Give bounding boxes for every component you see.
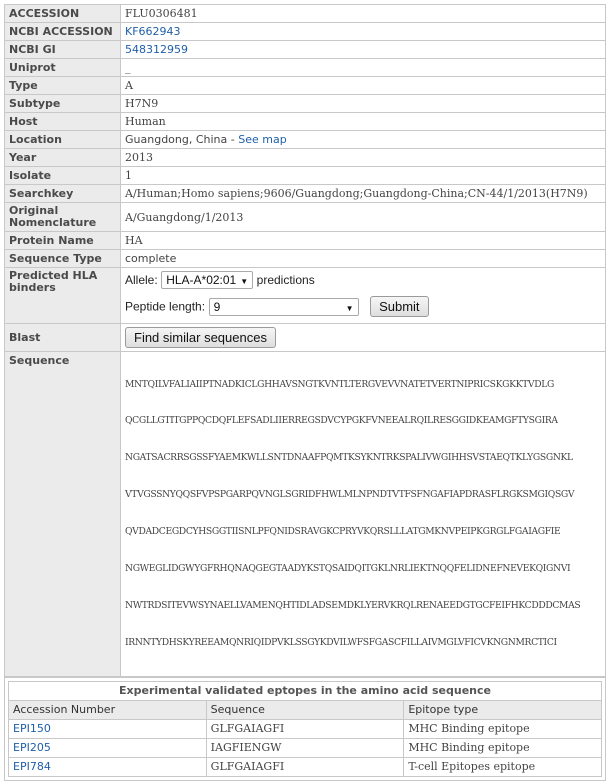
row-year: Year 2013 <box>4 148 606 167</box>
allele-select-value: HLA-A*02:01 <box>166 273 237 287</box>
record-panel: ACCESSION FLU0306481 NCBI ACCESSION KF66… <box>4 4 606 781</box>
epitopes-caption: Experimental validated eptopes in the am… <box>8 680 602 701</box>
location-separator: - <box>227 133 239 146</box>
peptide-length-label: Peptide length: <box>125 299 206 314</box>
epitope-accession-link[interactable]: EPI205 <box>13 741 51 754</box>
hla-label: Predicted HLA binders <box>4 267 121 324</box>
sequence-line: NWTRDSITEVWSYNAELLVAMENQHTIDLADSEMDKLYER… <box>125 599 581 611</box>
sequence-line: NGWEGLIDGWYGFRHQNAQGEGTAADYKSTQSAIDQITGK… <box>125 563 571 575</box>
row-isolate: Isolate 1 <box>4 166 606 185</box>
searchkey-value: A/Human;Homo sapiens;9606/Guangdong;Guan… <box>120 184 606 203</box>
location-label: Location <box>4 130 121 149</box>
header-sequence: Sequence <box>205 699 405 720</box>
blast-label: Blast <box>4 323 121 352</box>
type-value: A <box>120 76 606 95</box>
sequence-label: Sequence <box>4 351 121 677</box>
submit-button[interactable]: Submit <box>370 296 429 317</box>
host-value: Human <box>120 112 606 131</box>
epitope-sequence: IAGFIENGW <box>205 737 405 758</box>
searchkey-label: Searchkey <box>4 184 121 203</box>
row-ncbi-gi: NCBI GI 548312959 <box>4 40 606 59</box>
row-ncbi-accession: NCBI ACCESSION KF662943 <box>4 22 606 41</box>
protein-name-value: HA <box>120 231 606 250</box>
ncbi-gi-link[interactable]: 548312959 <box>125 43 188 56</box>
isolate-value: 1 <box>120 166 606 185</box>
table-row: EPI205 IAGFIENGW MHC Binding epitope <box>8 737 602 758</box>
accession-value: FLU0306481 <box>120 4 606 23</box>
row-searchkey: Searchkey A/Human;Homo sapiens;9606/Guan… <box>4 184 606 203</box>
epitopes-caption-row: Experimental validated eptopes in the am… <box>8 680 602 701</box>
row-sequence: Sequence MNTQILVFALIAIIPTNADKICLGHHAVSNG… <box>4 351 606 677</box>
epitope-sequence: GLFGAIAGFI <box>205 756 405 777</box>
location-value: Guangdong, China <box>125 133 228 146</box>
peptide-length-select[interactable]: 9 ▼ <box>208 297 359 316</box>
find-similar-sequences-button[interactable]: Find similar sequences <box>125 327 276 348</box>
sequence-line: MNTQILVFALIAIIPTNADKICLGHHAVSNGTKVNTLTER… <box>125 378 554 390</box>
table-row: EPI784 GLFGAIAGFI T-cell Epitopes epitop… <box>8 756 602 777</box>
row-protein-name: Protein Name HA <box>4 231 606 250</box>
see-map-link[interactable]: See map <box>238 133 286 146</box>
epitope-accession-link[interactable]: EPI150 <box>13 722 51 735</box>
sequence-line: QCGLLGTITGPPQCDQFLEFSADLIIERREGSDVCYPGKF… <box>125 415 558 427</box>
epitope-type: T-cell Epitopes epitope <box>403 756 602 777</box>
ncbi-accession-link[interactable]: KF662943 <box>125 25 181 38</box>
sequence-line: IRNNTYDHSKYREEAMQNRIQIDPVKLSSGYKDVILWFSF… <box>125 636 557 648</box>
uniprot-label: Uniprot <box>4 58 121 77</box>
peptide-length-value: 9 <box>213 299 221 314</box>
allele-label: Allele: <box>125 273 158 287</box>
original-nomenclature-label: Original Nomenclature <box>4 202 121 232</box>
subtype-label: Subtype <box>4 94 121 113</box>
type-label: Type <box>4 76 121 95</box>
host-label: Host <box>4 112 121 131</box>
row-host: Host Human <box>4 112 606 131</box>
sequence-line: QVDADCEGDCYHSGGTIISNLPFQNIDSRAVGKCPRYVKQ… <box>125 526 561 538</box>
record-table: ACCESSION FLU0306481 NCBI ACCESSION KF66… <box>4 4 606 677</box>
sequence-line: VTVGSSNYQQSFVPSPGARPQVNGLSGRIDFHWLMLNPND… <box>125 489 575 501</box>
chevron-down-icon: ▼ <box>345 303 354 313</box>
original-nomenclature-value: A/Guangdong/1/2013 <box>120 202 606 232</box>
epitope-type: MHC Binding epitope <box>403 718 602 739</box>
epitopes-table: Experimental validated eptopes in the am… <box>8 680 602 777</box>
sequence-line: NGATSACRRSGSSFYAEMKWLLSNTDNAAFPQMTKSYKNT… <box>125 452 573 464</box>
allele-select[interactable]: HLA-A*02:01 ▼ <box>161 271 254 289</box>
row-location: Location Guangdong, China - See map <box>4 130 606 149</box>
accession-label: ACCESSION <box>4 4 121 23</box>
epitope-sequence: GLFGAIAGFI <box>205 718 405 739</box>
subtype-value: H7N9 <box>120 94 606 113</box>
uniprot-value: _ <box>120 58 606 77</box>
row-sequence-type: Sequence Type complete <box>4 249 606 268</box>
ncbi-accession-label: NCBI ACCESSION <box>4 22 121 41</box>
year-label: Year <box>4 148 121 167</box>
sequence-type-value: complete <box>120 249 606 268</box>
row-type: Type A <box>4 76 606 95</box>
row-accession: ACCESSION FLU0306481 <box>4 4 606 23</box>
header-epitope-type: Epitope type <box>403 699 602 720</box>
sequence-text: MNTQILVFALIAIIPTNADKICLGHHAVSNGTKVNTLTER… <box>125 354 610 674</box>
row-blast: Blast Find similar sequences <box>4 323 606 352</box>
row-original-nomenclature: Original Nomenclature A/Guangdong/1/2013 <box>4 202 606 232</box>
row-uniprot: Uniprot _ <box>4 58 606 77</box>
epitopes-panel: Experimental validated eptopes in the am… <box>4 676 606 781</box>
isolate-label: Isolate <box>4 166 121 185</box>
year-value: 2013 <box>120 148 606 167</box>
epitopes-header-row: Accession Number Sequence Epitope type <box>8 699 602 720</box>
row-subtype: Subtype H7N9 <box>4 94 606 113</box>
predictions-label: predictions <box>256 273 315 287</box>
chevron-down-icon: ▼ <box>240 277 249 286</box>
epitope-accession-link[interactable]: EPI784 <box>13 760 51 773</box>
ncbi-gi-label: NCBI GI <box>4 40 121 59</box>
epitope-type: MHC Binding epitope <box>403 737 602 758</box>
header-accession-number: Accession Number <box>8 699 207 720</box>
sequence-type-label: Sequence Type <box>4 249 121 268</box>
table-row: EPI150 GLFGAIAGFI MHC Binding epitope <box>8 718 602 739</box>
protein-name-label: Protein Name <box>4 231 121 250</box>
row-hla: Predicted HLA binders Allele: HLA-A*02:0… <box>4 267 606 324</box>
